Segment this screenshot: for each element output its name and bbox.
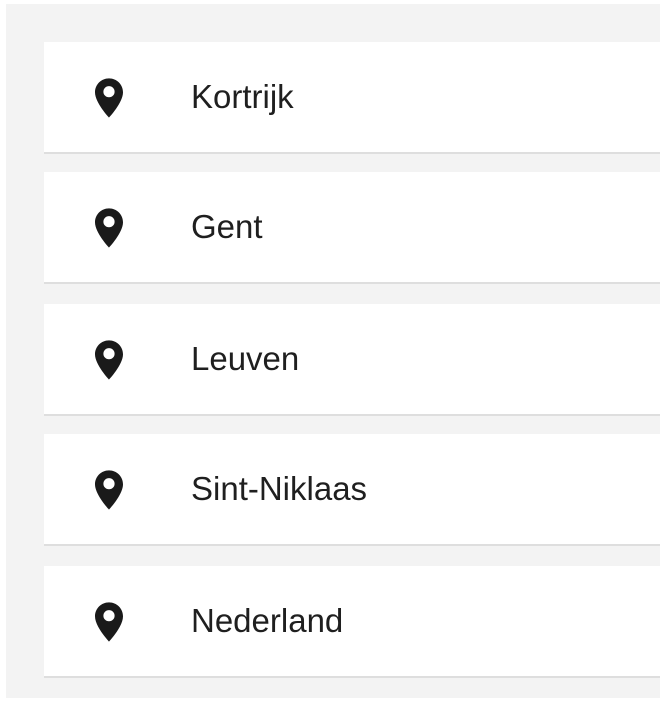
location-panel: Kortrijk Gent Leuven Sint-Niklaas Nederl… [6, 4, 660, 698]
location-item-sint-niklaas[interactable]: Sint-Niklaas [44, 434, 660, 546]
map-pin-icon [92, 207, 126, 249]
map-pin-icon [92, 339, 126, 381]
location-label: Leuven [191, 340, 300, 377]
location-label: Gent [191, 208, 263, 245]
map-pin-icon [92, 469, 126, 511]
location-label: Kortrijk [191, 78, 294, 115]
location-item-leuven[interactable]: Leuven [44, 304, 660, 416]
location-label: Nederland [191, 602, 344, 639]
location-item-nederland[interactable]: Nederland [44, 566, 660, 678]
location-item-gent[interactable]: Gent [44, 172, 660, 284]
map-pin-icon [92, 77, 126, 119]
location-label: Sint-Niklaas [191, 470, 368, 507]
location-list: Kortrijk Gent Leuven Sint-Niklaas Nederl… [44, 42, 660, 678]
location-item-kortrijk[interactable]: Kortrijk [44, 42, 660, 154]
page-frame: Kortrijk Gent Leuven Sint-Niklaas Nederl… [0, 0, 660, 702]
map-pin-icon [92, 601, 126, 643]
